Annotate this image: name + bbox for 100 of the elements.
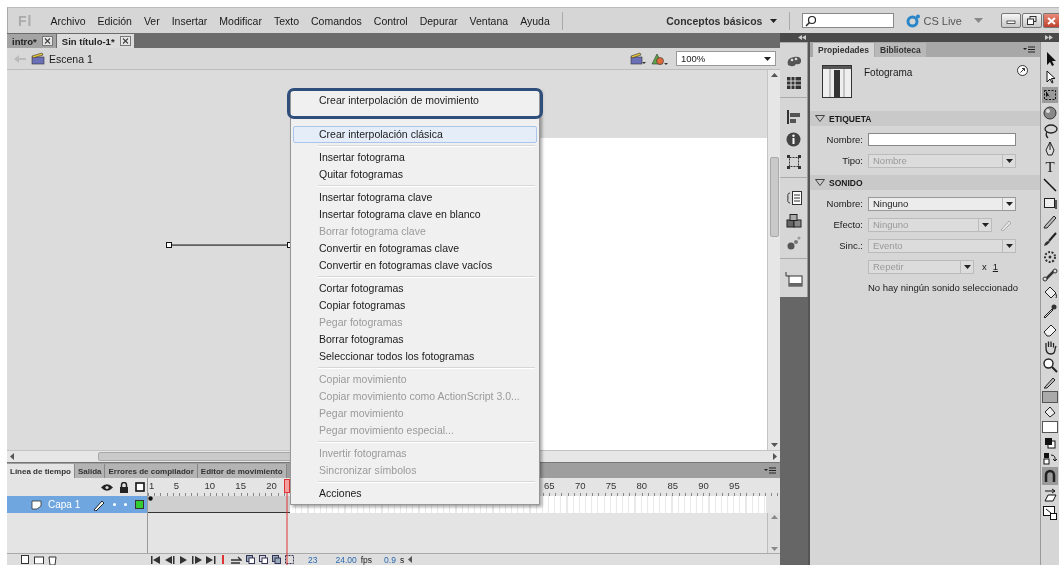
menu-item[interactable]: Crear interpolación de movimiento bbox=[293, 92, 537, 109]
sphere-icon[interactable] bbox=[1042, 105, 1058, 121]
close-button[interactable] bbox=[1043, 13, 1059, 28]
bone-icon[interactable] bbox=[1042, 267, 1058, 283]
menu-item[interactable]: Modificar bbox=[219, 14, 262, 27]
menu-item[interactable]: Copiar fotogramas bbox=[293, 297, 537, 314]
left-arrow-icon[interactable] bbox=[408, 556, 413, 563]
up-arrow-icon[interactable] bbox=[770, 515, 778, 519]
swap-icon[interactable] bbox=[1042, 451, 1058, 465]
onion-markers-icon[interactable] bbox=[285, 555, 294, 564]
palette-icon[interactable] bbox=[785, 55, 802, 69]
last-frame-icon[interactable] bbox=[206, 555, 216, 564]
menu-item[interactable]: Crear interpolación clásica bbox=[293, 126, 537, 143]
dropdown[interactable]: Ninguno bbox=[868, 196, 1016, 211]
smooth-arrow-icon[interactable] bbox=[1042, 487, 1058, 503]
menu-item[interactable]: Quitar fotogramas bbox=[293, 166, 537, 183]
playhead[interactable] bbox=[284, 479, 290, 565]
restore-button[interactable] bbox=[1022, 13, 1042, 28]
menu-item[interactable]: Ventana bbox=[469, 14, 509, 27]
magnifier-icon[interactable] bbox=[1042, 357, 1058, 373]
eye-icon[interactable] bbox=[101, 482, 113, 492]
info-icon[interactable] bbox=[786, 132, 801, 147]
first-frame-icon[interactable] bbox=[151, 555, 161, 564]
shapes-icon[interactable] bbox=[650, 51, 668, 66]
section-header[interactable]: SONIDO bbox=[810, 175, 1040, 190]
scrollbar-thumb[interactable] bbox=[769, 157, 779, 237]
play-icon[interactable] bbox=[179, 555, 188, 564]
color-swatch-icon[interactable] bbox=[1042, 421, 1058, 433]
vertical-scrollbar[interactable] bbox=[767, 70, 780, 450]
right-arrow-icon[interactable] bbox=[773, 453, 777, 460]
scale-icon[interactable] bbox=[1042, 505, 1058, 521]
menu-item[interactable]: Ayuda bbox=[520, 14, 550, 27]
magnet-icon[interactable] bbox=[1042, 467, 1058, 485]
line-icon[interactable] bbox=[1042, 177, 1058, 193]
detach-icon[interactable] bbox=[1017, 65, 1028, 76]
frame-span[interactable] bbox=[148, 496, 290, 513]
swatches-grid-icon[interactable] bbox=[786, 77, 801, 89]
step-forward-icon[interactable] bbox=[192, 555, 202, 564]
panel-menu-icon[interactable] bbox=[1023, 46, 1035, 53]
align-icon[interactable] bbox=[786, 110, 801, 124]
onion-skin-outline-icon[interactable] bbox=[259, 555, 268, 564]
default-colors-icon[interactable] bbox=[1042, 435, 1058, 449]
menu-item[interactable]: Insertar fotograma clave en blanco bbox=[293, 206, 537, 223]
layer-color-swatch[interactable] bbox=[135, 500, 144, 509]
panel-tab[interactable]: Línea de tiempo bbox=[7, 464, 75, 478]
center-frame-icon[interactable] bbox=[220, 555, 226, 564]
menu-item[interactable]: Insertar bbox=[171, 14, 208, 27]
hand-icon[interactable] bbox=[1042, 339, 1058, 355]
frame-rate[interactable]: 24.00 bbox=[335, 554, 357, 565]
down-arrow-icon[interactable] bbox=[770, 443, 778, 447]
brush-icon[interactable] bbox=[1042, 231, 1058, 247]
close-icon[interactable] bbox=[119, 36, 131, 46]
zoom-dropdown[interactable]: 100% bbox=[676, 51, 776, 66]
menu-item[interactable]: Edición bbox=[97, 14, 132, 27]
menu-item[interactable]: Comandos bbox=[311, 14, 362, 27]
document-tab[interactable]: Sin título-1* bbox=[56, 34, 134, 48]
paint-bucket-icon[interactable] bbox=[1042, 285, 1058, 301]
menu-item[interactable]: Borrar fotogramas bbox=[293, 331, 537, 348]
panel-menu-icon[interactable] bbox=[764, 467, 776, 474]
panel-tab[interactable]: Editor de movimiento bbox=[197, 464, 287, 478]
loop-icon[interactable] bbox=[230, 555, 242, 564]
menu-item[interactable]: Control bbox=[373, 14, 408, 27]
dashed-box-icon[interactable] bbox=[1042, 87, 1058, 103]
step-back-icon[interactable] bbox=[165, 555, 175, 564]
transform-icon[interactable] bbox=[786, 155, 801, 169]
clapperboard-icon[interactable] bbox=[630, 52, 646, 65]
new-layer-icon[interactable] bbox=[21, 555, 30, 564]
color-swatch-icon[interactable] bbox=[1042, 391, 1058, 403]
flower-icon[interactable] bbox=[1042, 249, 1058, 265]
pencil-icon[interactable] bbox=[1042, 213, 1058, 229]
menu-item[interactable]: Depurar bbox=[419, 14, 458, 27]
menu-item[interactable]: Texto bbox=[273, 14, 299, 27]
text-tool[interactable]: T bbox=[1045, 159, 1055, 175]
cubes-icon[interactable] bbox=[785, 214, 802, 228]
code-icon[interactable] bbox=[785, 190, 802, 206]
menu-item[interactable]: Convertir en fotogramas clave vacíos bbox=[293, 257, 537, 274]
paint-bucket-icon[interactable] bbox=[1042, 405, 1058, 419]
dots-icon[interactable] bbox=[786, 236, 801, 250]
menu-item[interactable]: Archivo bbox=[50, 14, 86, 27]
library-icon[interactable] bbox=[784, 271, 803, 289]
menu-item[interactable]: Acciones bbox=[293, 485, 537, 502]
pencil-icon[interactable] bbox=[1042, 375, 1058, 389]
edit-multiple-icon[interactable] bbox=[272, 555, 281, 564]
left-arrow-icon[interactable] bbox=[10, 453, 14, 460]
vertical-scrollbar[interactable] bbox=[767, 513, 780, 553]
search-field[interactable] bbox=[802, 13, 895, 28]
panel-tab[interactable]: Propiedades bbox=[813, 43, 875, 57]
expand-icon[interactable] bbox=[1045, 35, 1053, 40]
menu-item[interactable]: Cortar fotogramas bbox=[293, 280, 537, 297]
eyedropper-icon[interactable] bbox=[1042, 303, 1058, 319]
menu-item[interactable]: Insertar fotograma clave bbox=[293, 189, 537, 206]
outline-square-icon[interactable] bbox=[135, 482, 145, 492]
workspace-switcher[interactable]: Conceptos básicos bbox=[666, 14, 778, 27]
up-arrow-icon[interactable] bbox=[770, 73, 778, 77]
panel-tab[interactable]: Biblioteca bbox=[875, 43, 926, 57]
section-header[interactable]: ETIQUETA bbox=[810, 111, 1040, 126]
close-icon[interactable] bbox=[41, 36, 53, 46]
rectangle-icon[interactable] bbox=[1042, 195, 1058, 211]
minimize-button[interactable] bbox=[1001, 13, 1021, 28]
menu-item[interactable]: Insertar fotograma bbox=[293, 149, 537, 166]
